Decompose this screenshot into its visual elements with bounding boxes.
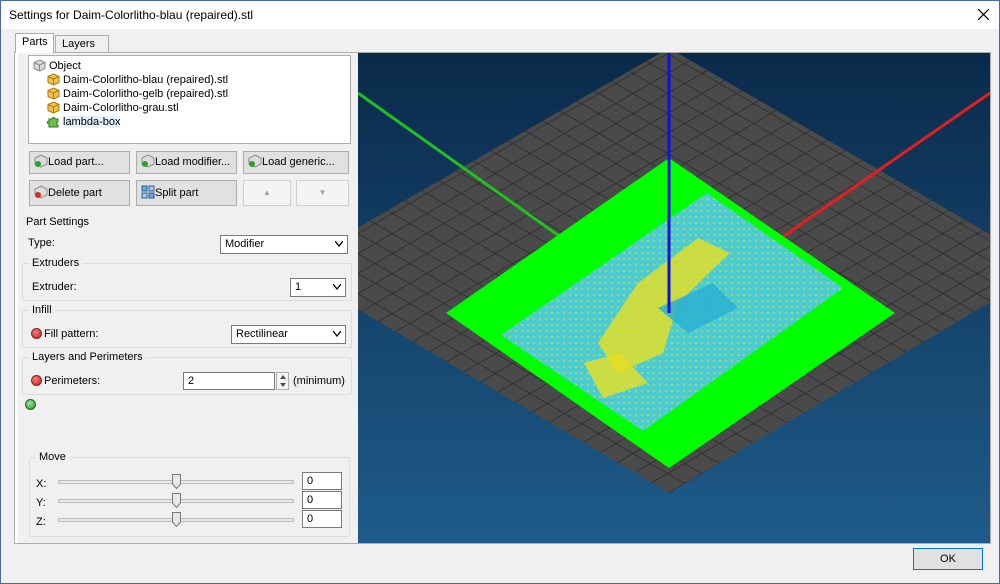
object-cube-icon xyxy=(33,59,46,72)
tree-root-label: Object xyxy=(49,60,81,72)
load-generic-label: Load generic... xyxy=(262,156,335,168)
split-part-icon xyxy=(141,185,155,199)
tab-layers[interactable]: Layers xyxy=(55,35,109,52)
tree-item-label: Daim-Colorlitho-gelb (repaired).stl xyxy=(63,88,229,100)
move-y-input[interactable]: 0 xyxy=(302,491,342,509)
fill-pattern-select-value: Rectilinear xyxy=(236,328,288,340)
3d-scene[interactable] xyxy=(358,53,990,543)
delete-part-label: Delete part xyxy=(48,187,102,199)
move-x-label: X: xyxy=(36,478,47,490)
title-bar: Settings for Daim-Colorlitho-blau (repai… xyxy=(1,1,999,29)
part-cube-icon xyxy=(47,101,60,114)
extruder-label: Extruder: xyxy=(32,281,77,293)
tree-item-part[interactable]: Daim-Colorlitho-grau.stl xyxy=(47,101,179,115)
close-button[interactable] xyxy=(968,1,999,27)
load-modifier-icon xyxy=(141,154,155,168)
layers-perimeters-group-title: Layers and Perimeters xyxy=(29,351,146,363)
tree-item-label: Daim-Colorlitho-grau.stl xyxy=(63,102,179,114)
extruder-select[interactable]: 1 xyxy=(290,278,346,297)
arrow-down-icon: ▼ xyxy=(318,188,327,197)
perimeters-text: Perimeters: xyxy=(44,375,101,387)
part-cube-icon xyxy=(47,87,60,100)
arrow-up-icon: ▲ xyxy=(263,188,271,197)
window-title: Settings for Daim-Colorlitho-blau (repai… xyxy=(9,8,254,22)
type-label: Type: xyxy=(28,237,55,249)
extruders-group: Extruders Extruder: 1 xyxy=(22,257,352,301)
3d-preview-viewport[interactable] xyxy=(358,53,990,543)
tree-item-label: lambda-box xyxy=(63,116,121,128)
infill-group: Infill Fill pattern: Rectilinear xyxy=(22,304,352,348)
remove-setting-icon[interactable] xyxy=(31,328,42,339)
tree-root-object[interactable]: Object xyxy=(33,59,81,73)
move-y-label: Y: xyxy=(36,497,46,509)
move-z-input[interactable]: 0 xyxy=(302,510,342,528)
chevron-down-icon xyxy=(333,284,341,290)
infill-group-title: Infill xyxy=(29,304,55,316)
move-x-input[interactable]: 0 xyxy=(302,472,342,490)
tree-item-part[interactable]: Daim-Colorlitho-blau (repaired).stl xyxy=(47,73,228,87)
remove-setting-icon[interactable] xyxy=(31,375,42,386)
move-y-slider-thumb[interactable] xyxy=(171,493,181,508)
close-icon xyxy=(978,8,989,20)
add-setting-icon[interactable] xyxy=(25,399,36,410)
delete-part-icon xyxy=(34,185,48,199)
part-settings-heading: Part Settings xyxy=(26,216,89,228)
load-modifier-button[interactable]: Load modifier... xyxy=(136,151,237,174)
load-modifier-label: Load modifier... xyxy=(155,156,231,168)
parts-left-pane: Object Daim-Colorlitho-blau (repaired).s… xyxy=(18,53,358,543)
fill-pattern-select[interactable]: Rectilinear xyxy=(231,325,346,344)
move-up-button[interactable]: ▲ xyxy=(243,180,291,206)
chevron-down-icon xyxy=(333,331,341,337)
chevron-down-icon xyxy=(335,241,343,247)
move-x-slider-thumb[interactable] xyxy=(171,474,181,489)
fill-pattern-text: Fill pattern: xyxy=(44,328,99,340)
layers-perimeters-group: Layers and Perimeters Perimeters: 2 (min… xyxy=(22,351,352,395)
perimeters-suffix: (minimum) xyxy=(293,375,345,387)
type-select-value: Modifier xyxy=(225,238,265,250)
settings-window: Settings for Daim-Colorlitho-blau (repai… xyxy=(0,0,1000,584)
parts-tab-panel: Object Daim-Colorlitho-blau (repaired).s… xyxy=(14,52,991,544)
split-part-label: Split part xyxy=(155,187,199,199)
perimeters-label: Perimeters: xyxy=(31,375,100,387)
split-part-button[interactable]: Split part xyxy=(136,180,237,206)
type-select[interactable]: Modifier xyxy=(220,235,348,254)
move-down-button[interactable]: ▼ xyxy=(296,180,349,206)
tab-parts[interactable]: Parts xyxy=(15,33,54,53)
load-part-label: Load part... xyxy=(48,156,104,168)
stepper-down-icon[interactable] xyxy=(277,381,288,389)
tree-item-modifier[interactable]: lambda-box xyxy=(47,115,121,129)
delete-part-button[interactable]: Delete part xyxy=(29,180,130,206)
object-tree[interactable]: Object Daim-Colorlitho-blau (repaired).s… xyxy=(28,55,351,144)
stepper-up-icon[interactable] xyxy=(277,373,288,381)
load-part-button[interactable]: Load part... xyxy=(29,151,130,174)
extruders-group-title: Extruders xyxy=(29,257,83,269)
ok-button[interactable]: OK xyxy=(913,548,983,570)
move-group-title: Move xyxy=(36,451,69,463)
move-group: Move X: 0 Y: 0 Z: 0 xyxy=(29,451,350,537)
move-z-slider-thumb[interactable] xyxy=(171,512,181,527)
extruder-select-value: 1 xyxy=(295,281,302,293)
modifier-puzzle-icon xyxy=(47,117,59,128)
fill-pattern-label: Fill pattern: xyxy=(31,328,98,340)
load-generic-icon xyxy=(248,154,262,168)
perimeters-input[interactable]: 2 xyxy=(183,372,275,390)
load-part-icon xyxy=(34,154,48,168)
tree-item-part[interactable]: Daim-Colorlitho-gelb (repaired).stl xyxy=(47,87,228,101)
load-generic-button[interactable]: Load generic... xyxy=(243,151,349,174)
move-z-label: Z: xyxy=(36,516,46,528)
tree-item-label: Daim-Colorlitho-blau (repaired).stl xyxy=(63,74,229,86)
part-cube-icon xyxy=(47,73,60,86)
perimeters-stepper[interactable] xyxy=(276,372,289,390)
